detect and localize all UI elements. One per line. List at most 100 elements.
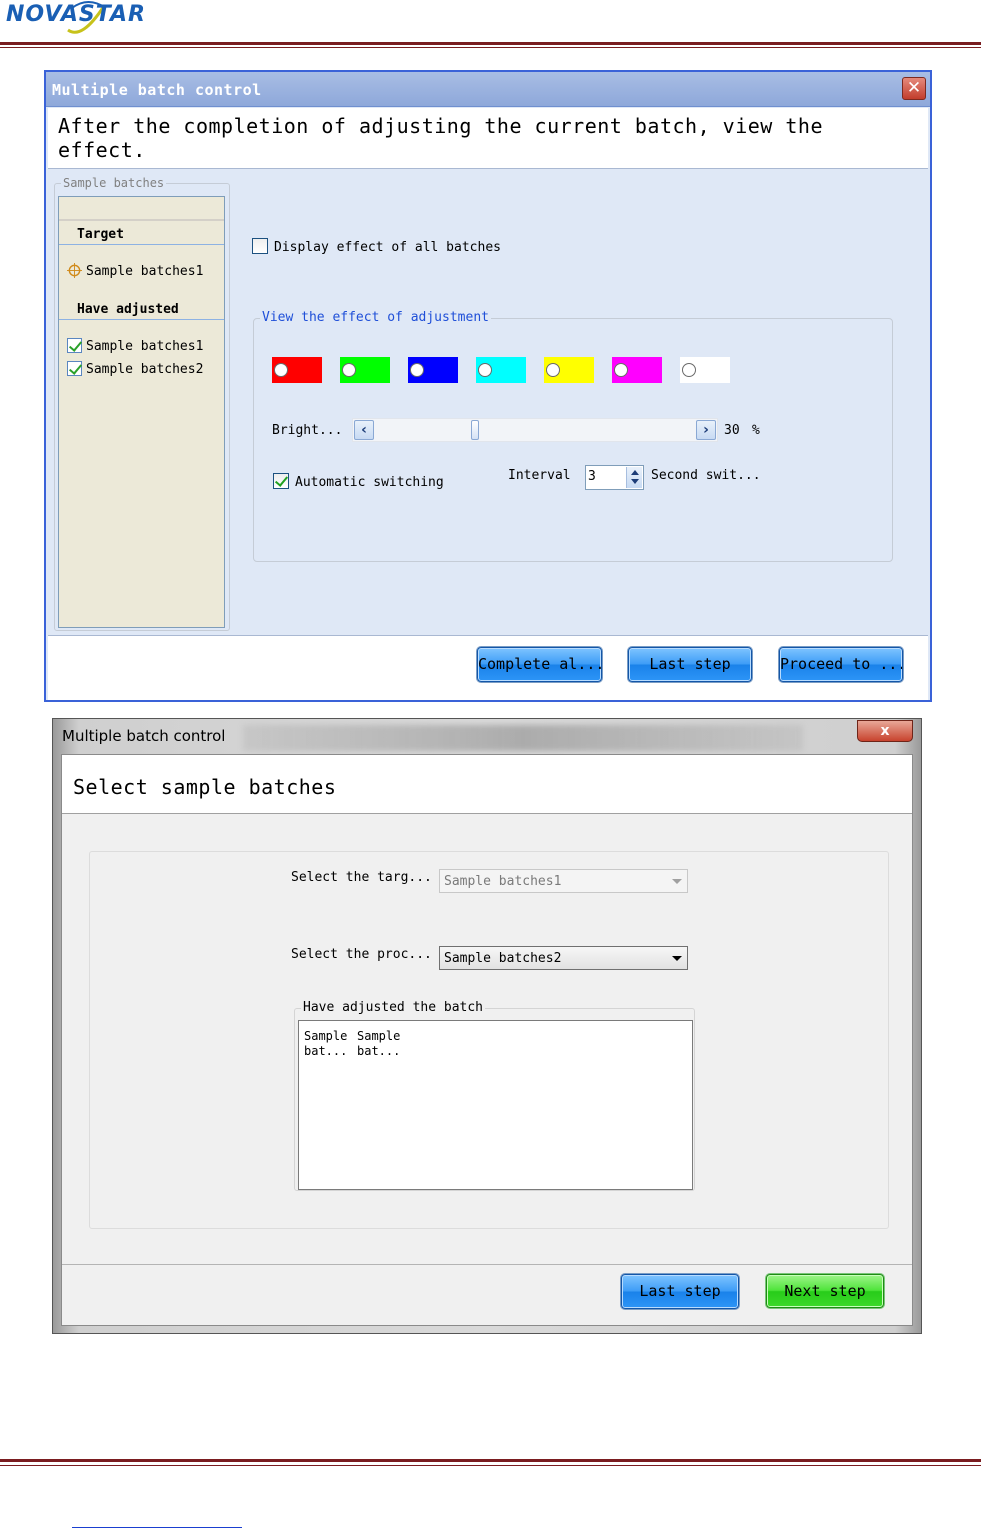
list-item-line: bat...: [304, 1044, 348, 1058]
tree-header: [59, 197, 224, 221]
list-item-line: bat...: [357, 1044, 401, 1058]
window-title: Multiple batch control: [62, 727, 226, 745]
window-title: Multiple batch control: [52, 81, 262, 99]
checkbox-box[interactable]: [252, 238, 268, 254]
last-step-button[interactable]: Last step: [621, 1274, 739, 1309]
adjusted-batch-group: Have adjusted the batch Sample bat... Sa…: [294, 1000, 695, 1191]
tree-section-target: Target: [77, 227, 124, 242]
select-target-label: Select the targ...: [291, 870, 432, 885]
list-item[interactable]: Sample bat...: [304, 1029, 354, 1059]
display-all-batches-checkbox[interactable]: Display effect of all batches: [252, 238, 501, 255]
radio-button[interactable]: [410, 363, 424, 377]
interval-spinner[interactable]: 3: [585, 465, 644, 490]
tree-divider: [59, 244, 224, 245]
radio-button[interactable]: [546, 363, 560, 377]
radio-button[interactable]: [342, 363, 356, 377]
multiple-batch-control-dialog-select: Multiple batch control x Select sample b…: [52, 718, 922, 1334]
complete-all-button[interactable]: Complete al...: [477, 647, 602, 682]
interval-value: 3: [588, 469, 596, 484]
logo-wordmark: NOVASTAR: [6, 2, 146, 27]
tree-item-label: Sample batches1: [86, 339, 204, 354]
instruction-text: After the completion of adjusting the cu…: [58, 114, 824, 162]
tree-item-target[interactable]: Sample batches1: [67, 263, 203, 279]
footer-rule: [0, 1459, 981, 1466]
instruction-text: Select sample batches: [73, 775, 337, 799]
radio-button[interactable]: [274, 363, 288, 377]
color-swatch[interactable]: [272, 357, 322, 383]
tree-item-label: Sample batches2: [86, 362, 204, 377]
brightness-label: Bright...: [272, 423, 343, 438]
slider-thumb[interactable]: [471, 420, 479, 440]
radio-button[interactable]: [478, 363, 492, 377]
close-icon: ✕: [906, 78, 922, 98]
color-swatch[interactable]: [408, 357, 458, 383]
automatic-switching-checkbox[interactable]: Automatic switching: [273, 473, 444, 490]
select-proc-dropdown[interactable]: Sample batches2: [439, 946, 688, 970]
batch-tree[interactable]: Target Sample batches1 Have adjusted Sam…: [58, 196, 225, 628]
color-swatch[interactable]: [612, 357, 662, 383]
crosshair-icon: [67, 263, 82, 278]
tree-item-label: Sample batches1: [86, 264, 204, 279]
select-proc-label: Select the proc...: [291, 947, 432, 962]
multiple-batch-control-dialog-view-effect: Multiple batch control ✕ After the compl…: [44, 70, 932, 702]
second-switch-label: Second swit...: [651, 468, 761, 483]
list-item-line: Sample: [357, 1029, 401, 1043]
slider-left-button[interactable]: ‹: [354, 420, 374, 440]
select-proc-value: Sample batches2: [444, 951, 562, 966]
radio-button[interactable]: [682, 363, 696, 377]
dialog-footer: Complete al... Last step Proceed to ...: [48, 636, 928, 700]
title-bar[interactable]: Multiple batch control ✕: [46, 72, 930, 107]
view-adjustment-group: View the effect of adjustment Bright... …: [253, 310, 893, 562]
blurred-title-background: [243, 725, 803, 751]
color-swatch[interactable]: [680, 357, 730, 383]
footer-link-underline[interactable]: [72, 1527, 242, 1528]
chevron-left-icon: ‹: [361, 422, 367, 438]
chevron-down-icon: [672, 879, 682, 884]
select-target-value: Sample batches1: [444, 874, 562, 889]
interval-label: Interval: [508, 468, 571, 483]
dialog-client-area: Select sample batches Select the targ...…: [61, 754, 913, 1326]
automatic-switching-label: Automatic switching: [295, 475, 444, 490]
tree-divider: [59, 319, 224, 320]
select-target-dropdown[interactable]: Sample batches1: [439, 869, 688, 893]
next-step-button[interactable]: Next step: [766, 1274, 884, 1308]
radio-button[interactable]: [614, 363, 628, 377]
brightness-slider[interactable]: ‹ ›: [352, 418, 718, 442]
tree-item-adjusted[interactable]: Sample batches2: [67, 361, 203, 377]
instruction-banner: Select sample batches: [62, 755, 912, 814]
color-swatch[interactable]: [476, 357, 526, 383]
checkmark-icon: [67, 361, 82, 376]
header-rule: [0, 42, 981, 48]
color-swatch[interactable]: [544, 357, 594, 383]
novastar-logo: NOVASTAR: [6, 0, 196, 38]
close-button[interactable]: x: [857, 720, 913, 742]
view-adjustment-legend: View the effect of adjustment: [260, 310, 491, 325]
color-swatch[interactable]: [340, 357, 390, 383]
last-step-button[interactable]: Last step: [628, 647, 752, 682]
chevron-down-icon: [672, 956, 682, 961]
display-all-label: Display effect of all batches: [274, 240, 501, 255]
chevron-right-icon: ›: [703, 422, 709, 438]
close-button[interactable]: ✕: [902, 77, 926, 100]
tree-item-adjusted[interactable]: Sample batches1: [67, 338, 203, 354]
slider-right-button[interactable]: ›: [696, 420, 716, 440]
logo-star: STAR: [78, 2, 147, 27]
brightness-value: 30: [724, 423, 740, 438]
selection-panel: Select the targ... Sample batches1 Selec…: [89, 851, 889, 1229]
spinner-arrows-icon[interactable]: [626, 467, 642, 488]
instruction-banner: After the completion of adjusting the cu…: [48, 108, 928, 169]
brightness-percent-sign: %: [752, 423, 760, 438]
sample-batches-legend: Sample batches: [61, 176, 167, 190]
dialog-footer: Last step Next step: [62, 1264, 912, 1325]
logo-nova: NOVA: [6, 2, 79, 27]
checkmark-icon: [67, 338, 82, 353]
list-item-line: Sample: [304, 1029, 348, 1043]
sample-batches-group: Sample batches Target Sample batches1 Ha…: [54, 176, 230, 631]
checkbox-box[interactable]: [273, 473, 289, 489]
adjusted-batch-legend: Have adjusted the batch: [301, 1000, 486, 1015]
list-item[interactable]: Sample bat...: [357, 1029, 407, 1059]
tree-section-adjusted: Have adjusted: [77, 302, 179, 317]
close-icon: x: [880, 723, 890, 739]
adjusted-batch-list[interactable]: Sample bat... Sample bat...: [298, 1020, 693, 1190]
proceed-button[interactable]: Proceed to ...: [779, 647, 903, 682]
